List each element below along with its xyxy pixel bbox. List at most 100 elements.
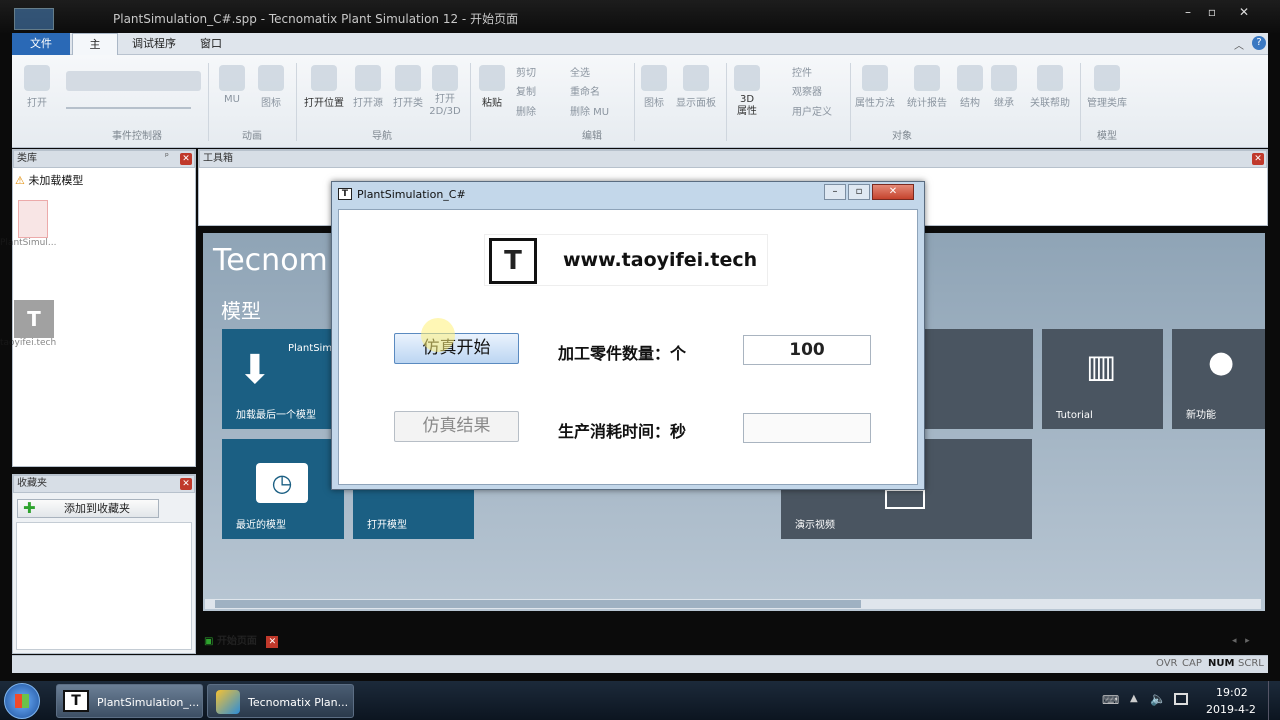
favorites-close-icon[interactable]: ✕: [180, 478, 192, 490]
open-origin-button[interactable]: 打开源: [350, 65, 386, 109]
speed-slider[interactable]: [66, 99, 191, 109]
3d-properties-button[interactable]: 3D 属性: [732, 65, 762, 118]
dialog-close-button[interactable]: ✕: [872, 184, 914, 200]
status-num: NUM: [1208, 658, 1235, 669]
mu-icon: [219, 65, 245, 91]
tab-file[interactable]: 文件: [12, 33, 70, 55]
event-controller-group-label: 事件控制器: [112, 131, 162, 142]
keyboard-icon[interactable]: ⌨: [1102, 693, 1119, 707]
cut-button[interactable]: 剪切: [516, 64, 536, 79]
toolbox-close-icon[interactable]: ✕: [1252, 153, 1264, 165]
open-class-button[interactable]: 打开类: [390, 65, 426, 109]
panel-icon: [683, 65, 709, 91]
control-button[interactable]: 控件: [792, 64, 812, 79]
open-model-label: 打开模型: [367, 520, 407, 531]
delete-mu-button[interactable]: 删除 MU: [570, 103, 609, 118]
attribute-method-label: 属性方法: [855, 98, 895, 109]
lightbulb-icon: ●: [1208, 345, 1235, 380]
dark-tile[interactable]: [923, 329, 1033, 429]
taskbar-plantsim-app[interactable]: T PlantSimulation_...: [56, 684, 203, 718]
select-all-button[interactable]: 全选: [570, 64, 590, 79]
window-title: PlantSimulation_C#.spp - Tecnomatix Plan…: [113, 12, 519, 26]
class-library-close-icon[interactable]: ✕: [180, 153, 192, 165]
status-scrl: SCRL: [1238, 658, 1264, 669]
clock-time[interactable]: 19:02: [1216, 686, 1248, 699]
dialog-maximize-button[interactable]: ▫: [848, 184, 870, 200]
production-time-label: 生产消耗时间：秒: [558, 422, 687, 441]
new-features-tile[interactable]: ● 新功能: [1172, 329, 1265, 429]
close-button[interactable]: ✕: [1230, 4, 1258, 21]
start-page-tab[interactable]: ▣ 开始页面 ✕: [204, 632, 288, 650]
favorites-list[interactable]: [16, 522, 192, 650]
dialog-minimize-button[interactable]: –: [824, 184, 846, 200]
start-page-tab-label: 开始页面: [216, 636, 257, 647]
open-class-label: 打开类: [393, 98, 423, 109]
desktop-icon-plantsim[interactable]: PlantSimul...: [0, 200, 70, 262]
unloaded-model-label: 未加载模型: [28, 174, 84, 187]
manage-library-button[interactable]: 管理类库: [1082, 65, 1132, 109]
add-favorites-button[interactable]: ✚ 添加到收藏夹: [17, 499, 159, 518]
tray-expand-icon[interactable]: ▲: [1130, 693, 1138, 704]
user-defined-button[interactable]: 用户定义: [792, 103, 832, 118]
tab-home[interactable]: 主页: [72, 33, 118, 73]
show-panel-button[interactable]: 显示面板: [672, 65, 720, 109]
event-controller-toolbar[interactable]: [66, 71, 201, 91]
navigate-group-label: 导航: [372, 131, 392, 142]
inherit-button[interactable]: 继承: [990, 65, 1018, 109]
windows-logo-icon: [15, 694, 29, 708]
maximize-button[interactable]: ▫: [1198, 4, 1226, 21]
open-origin-label: 打开源: [353, 98, 383, 109]
clock-date[interactable]: 2019-4-2: [1206, 703, 1256, 716]
paste-button[interactable]: 粘贴: [476, 65, 508, 109]
t-app-icon: T: [63, 690, 89, 712]
open-2d3d-button[interactable]: 打开 2D/3D: [428, 65, 462, 118]
tutorial-tile[interactable]: ▥ Tutorial: [1042, 329, 1163, 429]
tab-debugger[interactable]: 调试程序: [120, 33, 188, 55]
taskbar-tecnomatix-app[interactable]: Tecnomatix Plan...: [207, 684, 354, 718]
help-icon[interactable]: ?: [1252, 36, 1266, 50]
icon2-button[interactable]: 图标: [640, 65, 668, 109]
copy-button[interactable]: 复制: [516, 83, 536, 98]
volume-icon[interactable]: 🔈: [1150, 692, 1166, 707]
observer-button[interactable]: 观察器: [792, 83, 822, 98]
t-logo-icon: T: [14, 300, 54, 338]
network-icon[interactable]: [1174, 693, 1188, 705]
open-button[interactable]: 打开: [22, 65, 52, 109]
t-logo-icon: T: [489, 238, 537, 284]
tab-nav-arrows[interactable]: ◂ ▸: [1232, 636, 1250, 646]
scrollbar-thumb[interactable]: [215, 600, 861, 608]
show-panel-label: 显示面板: [676, 98, 716, 109]
unloaded-model-item[interactable]: ⚠ 未加载模型: [15, 172, 83, 188]
open-location-button[interactable]: 打开位置: [302, 65, 346, 109]
horizontal-scrollbar[interactable]: [205, 599, 1261, 609]
page-tab-icon: ▣: [204, 636, 214, 647]
start-simulation-button[interactable]: 仿真开始: [394, 333, 519, 364]
parts-count-field[interactable]: 100: [743, 335, 871, 365]
pin-icon[interactable]: ᵖ: [165, 152, 169, 162]
delete-button[interactable]: 删除: [516, 103, 536, 118]
production-time-field[interactable]: [743, 413, 871, 443]
related-help-button[interactable]: 关联帮助: [1026, 65, 1074, 109]
show-desktop-button[interactable]: [1268, 681, 1280, 720]
favorites-panel: 收藏夹 ✕ ✚ 添加到收藏夹: [12, 474, 196, 654]
stat-report-button[interactable]: 统计报告: [902, 65, 952, 109]
icon-button[interactable]: 图标: [256, 65, 286, 109]
icon2-label: 图标: [644, 98, 664, 109]
recent-models-tile[interactable]: ◷ 最近的模型: [222, 439, 344, 539]
attribute-method-button[interactable]: 属性方法: [848, 65, 902, 109]
mu-button[interactable]: MU: [218, 65, 246, 105]
models-section-title: 模型: [221, 299, 261, 323]
start-button[interactable]: [4, 683, 40, 719]
structure-icon: [957, 65, 983, 91]
mu-label: MU: [224, 94, 240, 105]
chevron-up-icon[interactable]: ︿: [1234, 37, 1244, 52]
structure-label: 结构: [960, 98, 980, 109]
structure-button[interactable]: 结构: [956, 65, 984, 109]
load-last-model-tile[interactable]: ⬇ PlantSim 加载最后一个模型: [222, 329, 344, 429]
paste-label: 粘贴: [482, 98, 502, 109]
desktop-icon-taoyifei[interactable]: T taoyifei.tech: [0, 300, 70, 362]
tab-close-icon[interactable]: ✕: [266, 636, 279, 648]
tab-window[interactable]: 窗口: [188, 33, 234, 55]
rename-button[interactable]: 重命名: [570, 83, 600, 98]
simulation-result-button[interactable]: 仿真结果: [394, 411, 519, 442]
